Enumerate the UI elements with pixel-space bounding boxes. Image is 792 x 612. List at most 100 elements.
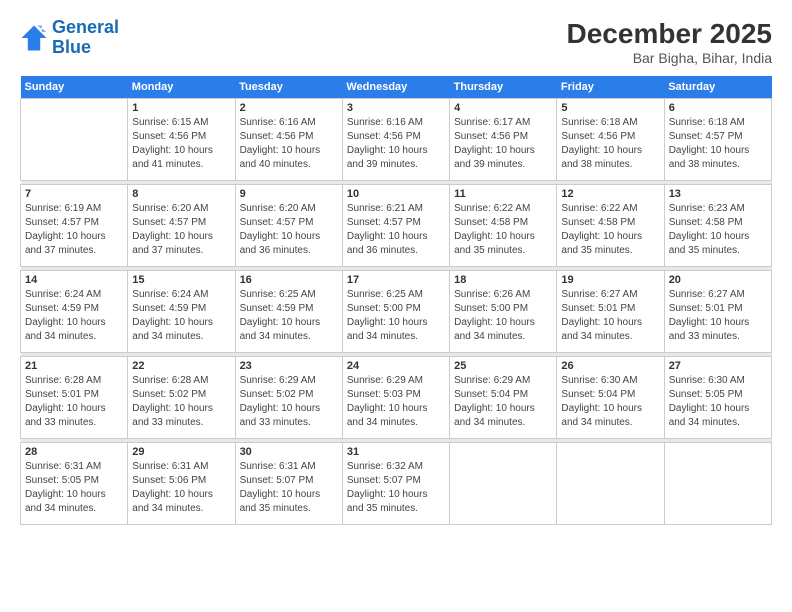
- day-number: 16: [240, 274, 338, 286]
- header-day-monday: Monday: [128, 76, 235, 99]
- logo-blue: Blue: [52, 37, 91, 57]
- day-number: 17: [347, 274, 445, 286]
- cell-info: Sunrise: 6:25 AM Sunset: 5:00 PM Dayligh…: [347, 288, 445, 344]
- sunset-text: Sunset: 4:59 PM: [25, 303, 99, 314]
- sunset-text: Sunset: 4:58 PM: [561, 217, 635, 228]
- daylight-text: Daylight: 10 hours and 38 minutes.: [561, 145, 642, 170]
- header-day-friday: Friday: [557, 76, 664, 99]
- cell-info: Sunrise: 6:20 AM Sunset: 4:57 PM Dayligh…: [240, 202, 338, 258]
- daylight-text: Daylight: 10 hours and 35 minutes.: [669, 231, 750, 256]
- day-number: 13: [669, 188, 767, 200]
- calendar-cell: [450, 443, 557, 525]
- cell-info: Sunrise: 6:29 AM Sunset: 5:03 PM Dayligh…: [347, 374, 445, 430]
- day-number: 11: [454, 188, 552, 200]
- day-number: 10: [347, 188, 445, 200]
- daylight-text: Daylight: 10 hours and 34 minutes.: [25, 489, 106, 514]
- sunrise-text: Sunrise: 6:25 AM: [240, 289, 316, 300]
- sunset-text: Sunset: 4:57 PM: [132, 217, 206, 228]
- cell-info: Sunrise: 6:29 AM Sunset: 5:04 PM Dayligh…: [454, 374, 552, 430]
- daylight-text: Daylight: 10 hours and 41 minutes.: [132, 145, 213, 170]
- cell-info: Sunrise: 6:19 AM Sunset: 4:57 PM Dayligh…: [25, 202, 123, 258]
- day-number: 3: [347, 102, 445, 114]
- sunrise-text: Sunrise: 6:16 AM: [347, 117, 423, 128]
- day-number: 24: [347, 360, 445, 372]
- week-row-2: 7 Sunrise: 6:19 AM Sunset: 4:57 PM Dayli…: [21, 185, 772, 267]
- cell-info: Sunrise: 6:22 AM Sunset: 4:58 PM Dayligh…: [561, 202, 659, 258]
- sunrise-text: Sunrise: 6:26 AM: [454, 289, 530, 300]
- cell-info: Sunrise: 6:16 AM Sunset: 4:56 PM Dayligh…: [240, 116, 338, 172]
- daylight-text: Daylight: 10 hours and 35 minutes.: [561, 231, 642, 256]
- logo-general: General: [52, 17, 119, 37]
- cell-info: Sunrise: 6:29 AM Sunset: 5:02 PM Dayligh…: [240, 374, 338, 430]
- day-number: 15: [132, 274, 230, 286]
- sunset-text: Sunset: 4:57 PM: [25, 217, 99, 228]
- sunset-text: Sunset: 5:07 PM: [347, 475, 421, 486]
- sunrise-text: Sunrise: 6:30 AM: [669, 375, 745, 386]
- daylight-text: Daylight: 10 hours and 34 minutes.: [347, 317, 428, 342]
- calendar-cell: 9 Sunrise: 6:20 AM Sunset: 4:57 PM Dayli…: [235, 185, 342, 267]
- day-number: 8: [132, 188, 230, 200]
- daylight-text: Daylight: 10 hours and 34 minutes.: [561, 403, 642, 428]
- day-number: 2: [240, 102, 338, 114]
- daylight-text: Daylight: 10 hours and 34 minutes.: [347, 403, 428, 428]
- daylight-text: Daylight: 10 hours and 34 minutes.: [561, 317, 642, 342]
- calendar-cell: 4 Sunrise: 6:17 AM Sunset: 4:56 PM Dayli…: [450, 99, 557, 181]
- sunrise-text: Sunrise: 6:29 AM: [454, 375, 530, 386]
- cell-info: Sunrise: 6:18 AM Sunset: 4:56 PM Dayligh…: [561, 116, 659, 172]
- daylight-text: Daylight: 10 hours and 34 minutes.: [132, 317, 213, 342]
- sunrise-text: Sunrise: 6:25 AM: [347, 289, 423, 300]
- daylight-text: Daylight: 10 hours and 35 minutes.: [240, 489, 321, 514]
- daylight-text: Daylight: 10 hours and 33 minutes.: [132, 403, 213, 428]
- calendar-cell: 1 Sunrise: 6:15 AM Sunset: 4:56 PM Dayli…: [128, 99, 235, 181]
- cell-info: Sunrise: 6:22 AM Sunset: 4:58 PM Dayligh…: [454, 202, 552, 258]
- day-number: 27: [669, 360, 767, 372]
- daylight-text: Daylight: 10 hours and 35 minutes.: [454, 231, 535, 256]
- location-subtitle: Bar Bigha, Bihar, India: [567, 50, 772, 66]
- daylight-text: Daylight: 10 hours and 37 minutes.: [25, 231, 106, 256]
- sunset-text: Sunset: 4:57 PM: [347, 217, 421, 228]
- sunrise-text: Sunrise: 6:31 AM: [25, 461, 101, 472]
- calendar-cell: 10 Sunrise: 6:21 AM Sunset: 4:57 PM Dayl…: [342, 185, 449, 267]
- sunrise-text: Sunrise: 6:16 AM: [240, 117, 316, 128]
- calendar-cell: 15 Sunrise: 6:24 AM Sunset: 4:59 PM Dayl…: [128, 271, 235, 353]
- sunrise-text: Sunrise: 6:18 AM: [669, 117, 745, 128]
- cell-info: Sunrise: 6:31 AM Sunset: 5:07 PM Dayligh…: [240, 460, 338, 516]
- sunrise-text: Sunrise: 6:31 AM: [240, 461, 316, 472]
- cell-info: Sunrise: 6:18 AM Sunset: 4:57 PM Dayligh…: [669, 116, 767, 172]
- daylight-text: Daylight: 10 hours and 39 minutes.: [347, 145, 428, 170]
- sunrise-text: Sunrise: 6:29 AM: [347, 375, 423, 386]
- day-number: 22: [132, 360, 230, 372]
- daylight-text: Daylight: 10 hours and 33 minutes.: [669, 317, 750, 342]
- sunset-text: Sunset: 5:06 PM: [132, 475, 206, 486]
- daylight-text: Daylight: 10 hours and 38 minutes.: [669, 145, 750, 170]
- daylight-text: Daylight: 10 hours and 34 minutes.: [454, 317, 535, 342]
- calendar-cell: 26 Sunrise: 6:30 AM Sunset: 5:04 PM Dayl…: [557, 357, 664, 439]
- calendar-cell: 7 Sunrise: 6:19 AM Sunset: 4:57 PM Dayli…: [21, 185, 128, 267]
- sunset-text: Sunset: 5:01 PM: [25, 389, 99, 400]
- sunrise-text: Sunrise: 6:18 AM: [561, 117, 637, 128]
- sunrise-text: Sunrise: 6:32 AM: [347, 461, 423, 472]
- calendar-page: General Blue December 2025 Bar Bigha, Bi…: [0, 0, 792, 612]
- header-day-wednesday: Wednesday: [342, 76, 449, 99]
- logo: General Blue: [20, 18, 119, 58]
- cell-info: Sunrise: 6:30 AM Sunset: 5:05 PM Dayligh…: [669, 374, 767, 430]
- sunrise-text: Sunrise: 6:24 AM: [25, 289, 101, 300]
- day-number: 7: [25, 188, 123, 200]
- sunset-text: Sunset: 5:05 PM: [25, 475, 99, 486]
- sunrise-text: Sunrise: 6:23 AM: [669, 203, 745, 214]
- calendar-cell: [664, 443, 771, 525]
- daylight-text: Daylight: 10 hours and 35 minutes.: [347, 489, 428, 514]
- calendar-cell: 16 Sunrise: 6:25 AM Sunset: 4:59 PM Dayl…: [235, 271, 342, 353]
- cell-info: Sunrise: 6:26 AM Sunset: 5:00 PM Dayligh…: [454, 288, 552, 344]
- cell-info: Sunrise: 6:28 AM Sunset: 5:01 PM Dayligh…: [25, 374, 123, 430]
- daylight-text: Daylight: 10 hours and 34 minutes.: [454, 403, 535, 428]
- cell-info: Sunrise: 6:23 AM Sunset: 4:58 PM Dayligh…: [669, 202, 767, 258]
- calendar-cell: 13 Sunrise: 6:23 AM Sunset: 4:58 PM Dayl…: [664, 185, 771, 267]
- calendar-cell: 28 Sunrise: 6:31 AM Sunset: 5:05 PM Dayl…: [21, 443, 128, 525]
- day-number: 25: [454, 360, 552, 372]
- sunrise-text: Sunrise: 6:29 AM: [240, 375, 316, 386]
- sunrise-text: Sunrise: 6:24 AM: [132, 289, 208, 300]
- sunrise-text: Sunrise: 6:27 AM: [669, 289, 745, 300]
- header-day-thursday: Thursday: [450, 76, 557, 99]
- sunset-text: Sunset: 4:57 PM: [669, 131, 743, 142]
